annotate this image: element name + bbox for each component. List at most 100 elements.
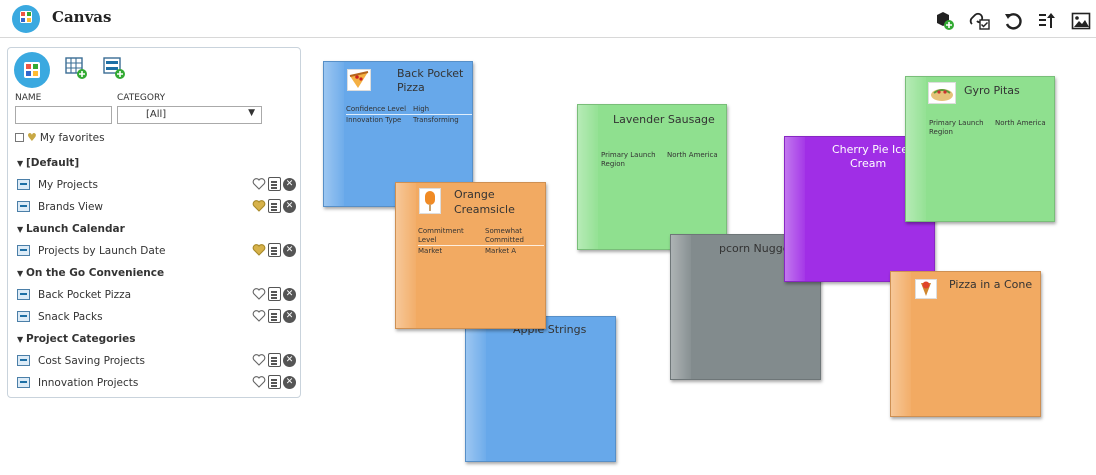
card-strip	[785, 137, 805, 281]
canvas-view-button[interactable]	[14, 52, 50, 88]
canvas-view-icon	[17, 355, 30, 366]
tree-item-label: Brands View	[38, 201, 103, 213]
canvas-list-panel: NAME CATEGORY [All] ▼ ♥ My favorites ▼ […	[7, 47, 301, 398]
link-check-icon[interactable]	[968, 11, 990, 31]
tree-item-label: Innovation Projects	[38, 377, 139, 389]
favorite-heart-icon[interactable]	[252, 243, 266, 257]
tree-item[interactable]: Cost Saving Projects ✕	[8, 350, 300, 372]
field-label: Region	[929, 128, 953, 136]
card-gyro-pitas[interactable]: Gyro Pitas Primary Launch Region North A…	[905, 76, 1055, 222]
favorite-heart-icon[interactable]	[252, 375, 266, 389]
favorites-filter[interactable]: ♥ My favorites	[15, 131, 105, 144]
field-label: Commitment	[418, 227, 464, 235]
tree-item[interactable]: Brands View ✕	[8, 196, 300, 218]
card-title-line1: Cherry Pie Ice	[832, 143, 909, 156]
delete-icon[interactable]: ✕	[283, 375, 296, 389]
add-board-view-icon[interactable]	[102, 56, 126, 84]
tree-item-label: My Projects	[38, 179, 99, 191]
card-title-line2: Creamsicle	[454, 203, 515, 216]
field-value: Transforming	[413, 116, 459, 124]
expand-arrow-icon[interactable]: ▼	[17, 335, 26, 344]
delete-icon[interactable]: ✕	[283, 243, 296, 257]
field-value: Somewhat	[485, 227, 523, 235]
card-pizza-in-a-cone[interactable]: Pizza in a Cone	[890, 271, 1041, 417]
expand-arrow-icon[interactable]: ▼	[17, 269, 26, 278]
tree-group-header[interactable]: ▼ Project Categories	[8, 328, 300, 350]
item-actions: ✕	[252, 375, 296, 389]
delete-icon[interactable]: ✕	[283, 309, 296, 323]
field-value: High	[413, 105, 430, 113]
view-buttons	[14, 52, 126, 88]
add-grid-view-icon[interactable]	[64, 56, 88, 84]
chevron-down-icon: ▼	[248, 108, 255, 118]
item-actions: ✕	[252, 309, 296, 323]
sort-icon[interactable]	[1036, 11, 1058, 31]
field-label: Market	[418, 247, 443, 255]
delete-icon[interactable]: ✕	[283, 287, 296, 301]
card-strip	[906, 77, 926, 221]
card-title-line1: Orange	[454, 188, 495, 201]
delete-icon[interactable]: ✕	[283, 177, 296, 191]
tree-item-label: Cost Saving Projects	[38, 355, 145, 367]
tree-item-label: Projects by Launch Date	[38, 245, 166, 257]
favorite-heart-icon[interactable]	[252, 177, 266, 191]
favorite-heart-icon[interactable]	[252, 353, 266, 367]
delete-icon[interactable]: ✕	[283, 353, 296, 367]
card-strip	[578, 105, 598, 249]
field-label: Level	[418, 236, 437, 244]
properties-icon[interactable]	[268, 375, 281, 389]
tree-item[interactable]: Snack Packs ✕	[8, 306, 300, 328]
tree-item[interactable]: My Projects ✕	[8, 174, 300, 196]
card-title: Pizza in a Cone	[949, 278, 1033, 291]
properties-icon[interactable]	[268, 177, 281, 191]
properties-icon[interactable]	[268, 243, 281, 257]
favorite-heart-icon[interactable]	[252, 309, 266, 323]
tree-group-header[interactable]: ▼ On the Go Convenience	[8, 262, 300, 284]
properties-icon[interactable]	[268, 309, 281, 323]
card-apple-strings[interactable]: Apple Strings	[465, 316, 616, 462]
card-title-line2: Cream	[850, 157, 887, 170]
expand-arrow-icon[interactable]: ▼	[17, 225, 26, 234]
tree-item-label: Snack Packs	[38, 311, 103, 323]
tree-item[interactable]: Projects by Launch Date ✕	[8, 240, 300, 262]
properties-icon[interactable]	[268, 199, 281, 213]
page-title: Canvas	[52, 8, 112, 26]
name-label: NAME	[15, 93, 42, 103]
item-actions: ✕	[252, 177, 296, 191]
tree-item[interactable]: Innovation Projects ✕	[8, 372, 300, 394]
canvas-view-icon	[17, 245, 30, 256]
tree-group-header[interactable]: ▼ [Default]	[8, 152, 300, 174]
canvas-view-icon	[17, 201, 30, 212]
add-hexagon-icon[interactable]	[934, 11, 956, 31]
tree-item[interactable]: Back Pocket Pizza ✕	[8, 284, 300, 306]
favorite-heart-icon[interactable]	[252, 199, 266, 213]
card-title-line2: Pizza	[397, 81, 425, 94]
card-orange-creamsicle[interactable]: Orange Creamsicle Commitment Level Somew…	[395, 182, 546, 329]
card-strip	[324, 62, 344, 206]
tree-item-label: Back Pocket Pizza	[38, 289, 132, 301]
delete-icon[interactable]: ✕	[283, 199, 296, 213]
properties-icon[interactable]	[268, 287, 281, 301]
category-label: CATEGORY	[117, 93, 166, 103]
image-icon[interactable]	[1070, 11, 1092, 31]
toolbar	[934, 10, 1092, 32]
card-lavender-sausage[interactable]: Lavender Sausage Primary Launch Region N…	[577, 104, 727, 250]
favorite-heart-icon[interactable]	[252, 287, 266, 301]
item-actions: ✕	[252, 243, 296, 257]
name-filter-input[interactable]	[15, 106, 112, 124]
properties-icon[interactable]	[268, 353, 281, 367]
refresh-icon[interactable]	[1002, 11, 1024, 31]
favorites-label: My favorites	[39, 131, 105, 144]
category-select[interactable]: [All] ▼	[117, 106, 262, 124]
heart-icon: ♥	[27, 131, 37, 144]
item-actions: ✕	[252, 353, 296, 367]
favorites-checkbox[interactable]	[15, 133, 24, 142]
tree-group-header[interactable]: ▼ Launch Calendar	[8, 218, 300, 240]
expand-arrow-icon[interactable]: ▼	[17, 159, 26, 168]
field-label: Confidence Level	[346, 105, 407, 113]
field-label: Primary Launch	[929, 119, 984, 127]
tree-group-label: Project Categories	[25, 333, 136, 345]
field-divider	[418, 245, 544, 246]
tree-group-label: [Default]	[25, 157, 80, 169]
item-actions: ✕	[252, 199, 296, 213]
